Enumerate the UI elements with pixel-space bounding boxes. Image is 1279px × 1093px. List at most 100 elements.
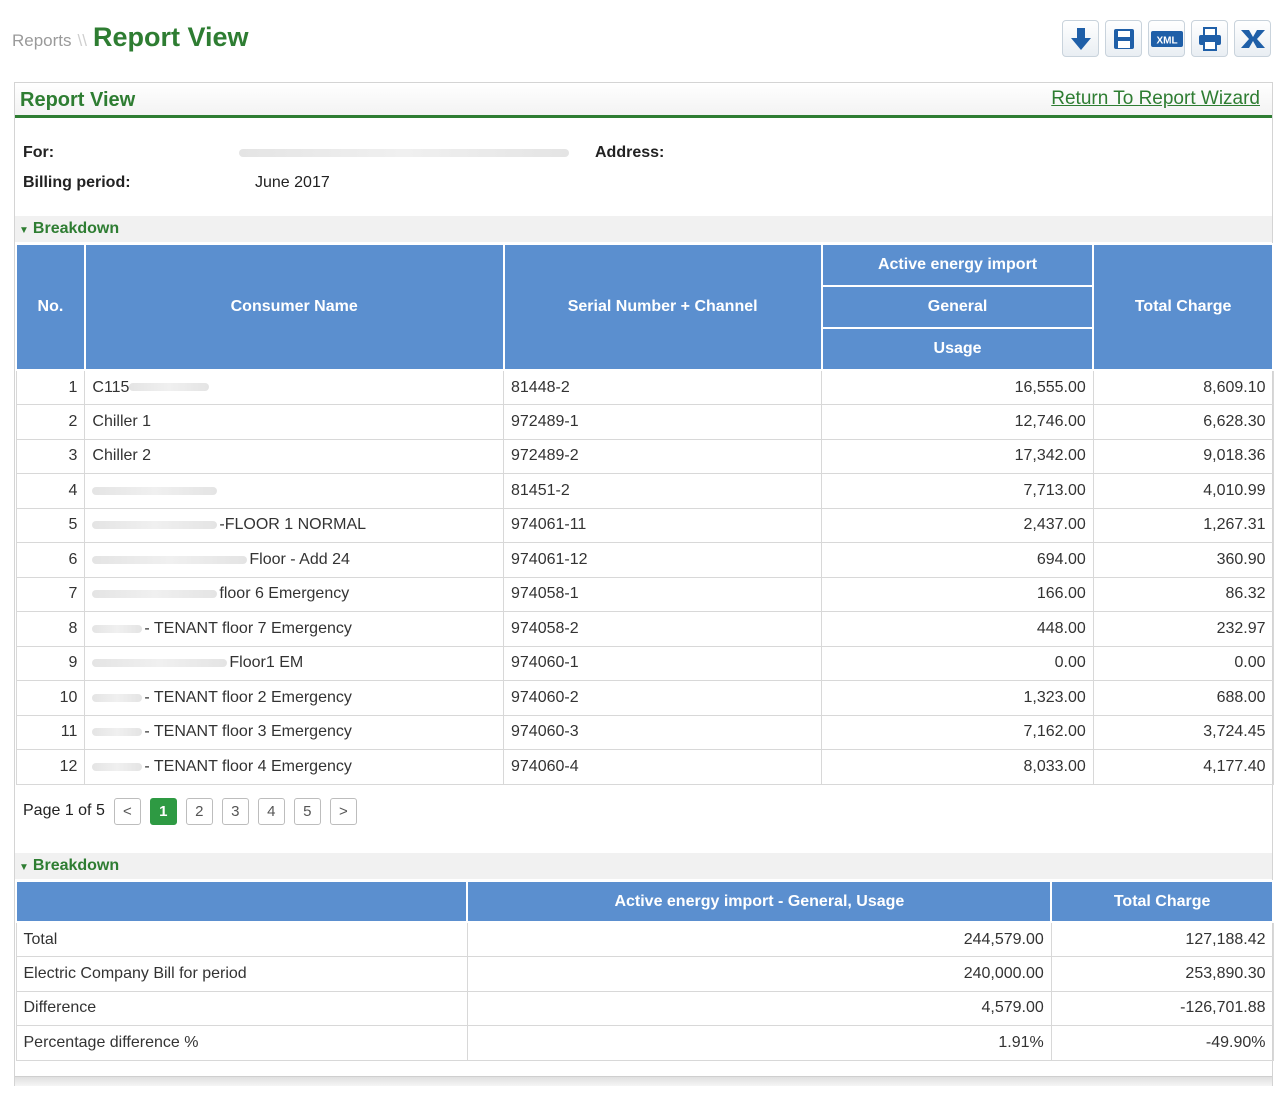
print-button[interactable]	[1191, 20, 1228, 57]
page-4-button[interactable]: 4	[257, 797, 285, 825]
total-charge-value: 9,018.36	[1092, 438, 1274, 474]
save-button[interactable]	[1105, 20, 1142, 57]
page-3-button[interactable]: 3	[221, 797, 249, 825]
export-toolbar: XML	[1062, 20, 1271, 57]
summary-title: Breakdown	[32, 857, 120, 874]
usage-value: 448.00	[821, 611, 1094, 647]
table-row: 4 81451-2 7,713.00 4,010.99	[15, 473, 1274, 509]
consumer-name: - TENANT floor 2 Emergency	[84, 680, 504, 716]
consumer-name: - TENANT floor 3 Emergency	[84, 714, 504, 750]
summary-charge: -126,701.88	[1050, 990, 1274, 1026]
total-charge-value: 4,177.40	[1092, 749, 1274, 785]
consumer-name: Chiller 1	[84, 404, 504, 440]
consumer-name: Floor1 EM	[84, 645, 504, 681]
total-charge-value: 6,628.30	[1092, 404, 1274, 440]
table-row: 5 -FLOOR 1 NORMAL 974061-11 2,437.00 1,267.3…	[15, 507, 1274, 543]
usage-value: 12,746.00	[821, 404, 1094, 440]
usage-value: 8,033.00	[821, 749, 1094, 785]
summary-toggle[interactable]: ▼ Breakdown	[15, 853, 1272, 879]
billing-period-value: June 2017	[255, 174, 330, 191]
total-charge-value: 4,010.99	[1092, 473, 1274, 509]
summary-charge: 253,890.30	[1050, 956, 1274, 992]
col-header-total: Total Charge	[1092, 243, 1274, 371]
table-row: 10- TENANT floor 2 Emergency 974060-2 1,32…	[15, 680, 1274, 716]
for-label: For:	[23, 144, 55, 161]
next-page-button[interactable]: >	[329, 797, 357, 825]
table-row: 3 Chiller 2 972489-2 17,342.00 9,018.36	[15, 438, 1274, 474]
page-2-button[interactable]: 2	[185, 797, 213, 825]
summary-usage: 244,579.00	[466, 921, 1052, 957]
billing-period-label: Billing period:	[23, 174, 131, 191]
panel-header: Report View Return To Report Wizard	[15, 82, 1272, 118]
page-title: Report View	[92, 22, 249, 52]
consumer-name: -FLOOR 1 NORMAL	[84, 507, 504, 543]
excel-export-button[interactable]	[1234, 20, 1271, 57]
page-5-button[interactable]: 5	[293, 797, 321, 825]
consumer-name: Chiller 2	[84, 438, 504, 474]
page-label: Page 1 of 5	[23, 802, 105, 819]
summary-label: Percentage difference %	[15, 1025, 468, 1061]
usage-value: 2,437.00	[821, 507, 1094, 543]
total-charge-value: 8,609.10	[1092, 369, 1274, 405]
serial-number: 81451-2	[502, 473, 823, 509]
summary-col-energy: Active energy import - General, Usage	[466, 880, 1053, 923]
summary-row: Total 244,579.00 127,188.42	[15, 921, 1274, 957]
consumer-name: - TENANT floor 4 Emergency	[84, 749, 504, 785]
return-to-wizard-link[interactable]: Return To Report Wizard	[1051, 88, 1260, 110]
row-number: 6	[15, 542, 86, 578]
consumer-name: C115	[84, 369, 504, 405]
consumer-name	[84, 473, 504, 509]
excel-icon	[1240, 29, 1265, 48]
redacted-text	[92, 590, 218, 599]
breakdown-table: No. Consumer Name Serial Number + Channe…	[15, 243, 1274, 785]
download-button[interactable]	[1062, 20, 1099, 57]
table-row: 1 C115 81448-2 16,555.00 8,609.10	[15, 369, 1274, 405]
breadcrumb-separator: \\	[77, 31, 87, 50]
xml-export-button[interactable]: XML	[1148, 20, 1185, 57]
breakdown-toggle[interactable]: ▼ Breakdown	[15, 216, 1272, 242]
row-number: 5	[15, 507, 86, 543]
summary-label: Total	[15, 921, 468, 957]
redacted-text	[92, 624, 143, 633]
summary-charge: 127,188.42	[1050, 921, 1274, 957]
serial-number: 974061-12	[502, 542, 823, 578]
usage-value: 7,162.00	[821, 714, 1094, 750]
total-charge-value: 232.97	[1092, 611, 1274, 647]
usage-value: 694.00	[821, 542, 1094, 578]
summary-row: Percentage difference % 1.91% -49.90%	[15, 1025, 1274, 1061]
download-icon	[1070, 27, 1091, 50]
redacted-text	[129, 383, 210, 392]
table-row: 2 Chiller 1 972489-1 12,746.00 6,628.30	[15, 404, 1274, 440]
table-row: 11- TENANT floor 3 Emergency 974060-3 7,16…	[15, 714, 1274, 750]
serial-number: 974058-1	[502, 576, 823, 612]
table-row: 8- TENANT floor 7 Emergency 974058-2 448.0…	[15, 611, 1274, 647]
collapse-arrow-icon: ▼	[19, 225, 29, 236]
summary-label: Difference	[15, 990, 468, 1026]
breadcrumb: Reports \\ Report View	[12, 22, 249, 58]
table-row: 7 floor 6 Emergency 974058-1 166.00 86.32	[15, 576, 1274, 612]
summary-table: Active energy import - General, Usage To…	[14, 880, 1274, 1061]
consumer-name: Floor - Add 24	[84, 542, 504, 578]
usage-value: 17,342.00	[821, 438, 1094, 474]
total-charge-value: 688.00	[1092, 680, 1274, 716]
prev-page-button[interactable]: <	[113, 797, 141, 825]
consumer-name: floor 6 Emergency	[84, 576, 504, 612]
serial-number: 974060-4	[502, 749, 823, 785]
summary-col-blank	[14, 880, 469, 923]
usage-value: 166.00	[821, 576, 1094, 612]
svg-text:XML: XML	[1156, 35, 1177, 46]
breadcrumb-reports-link[interactable]: Reports	[12, 31, 72, 51]
row-number: 3	[15, 438, 86, 474]
total-charge-value: 360.90	[1092, 542, 1274, 578]
redacted-text	[92, 486, 218, 495]
row-number: 7	[15, 576, 86, 612]
total-charge-value: 86.32	[1092, 576, 1274, 612]
page-1-button[interactable]: 1	[149, 797, 177, 825]
summary-row: Electric Company Bill for period 240,000.…	[15, 956, 1274, 992]
summary-col-total: Total Charge	[1050, 880, 1274, 923]
table-row: 6 Floor - Add 24 974061-12 694.00 360.90	[15, 542, 1274, 578]
redacted-text	[92, 728, 143, 737]
save-icon	[1113, 28, 1134, 49]
redacted-text	[92, 762, 143, 771]
total-charge-value: 0.00	[1092, 645, 1274, 681]
